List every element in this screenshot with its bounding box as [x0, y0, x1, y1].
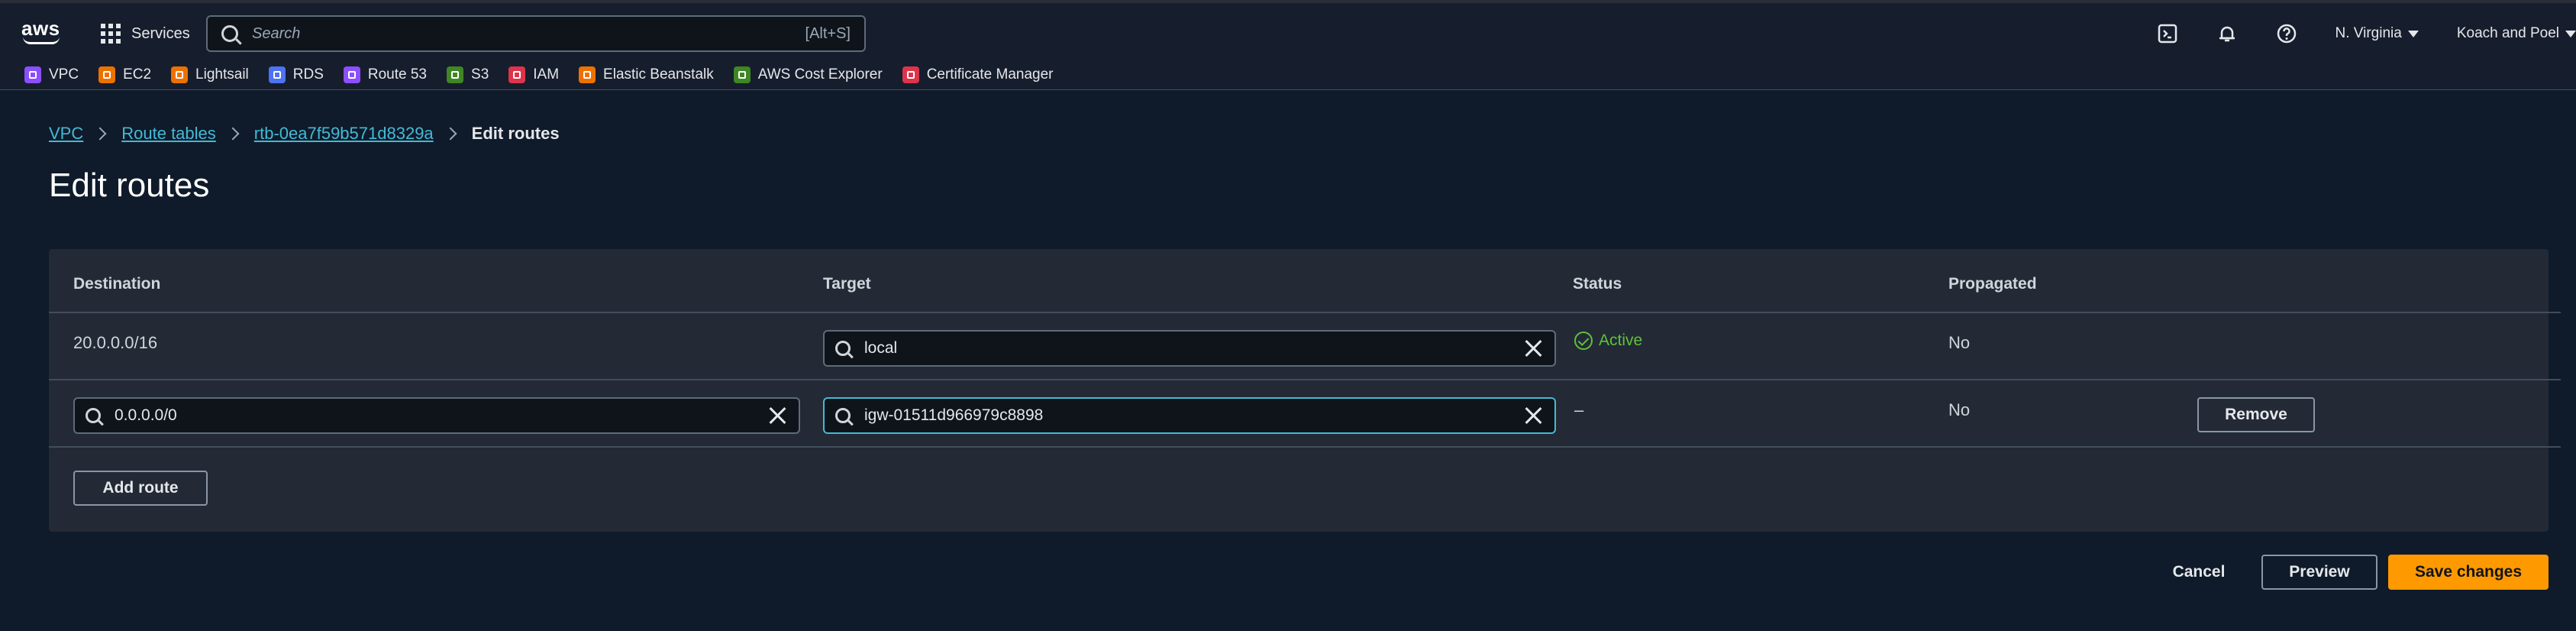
favorite-rds[interactable]: RDS: [268, 66, 324, 83]
search-icon: [221, 25, 238, 42]
service-icon: [733, 66, 751, 83]
caret-down-icon: [2407, 30, 2419, 37]
row1-status-label: Active: [1599, 332, 1643, 349]
check-circle-icon: [1574, 332, 1593, 350]
region-label: N. Virginia: [2335, 25, 2402, 41]
chevron-right-icon: [226, 127, 240, 141]
search-icon: [835, 341, 851, 356]
clear-icon[interactable]: [1524, 406, 1544, 426]
caret-down-icon: [2565, 30, 2576, 37]
row1-status: Active: [1574, 332, 1642, 350]
service-icon: [268, 66, 286, 83]
services-label: Services: [131, 24, 190, 42]
row2-target-value: igw-01511d966979c8898: [864, 406, 1044, 424]
breadcrumb-route-table-id[interactable]: rtb-0ea7f59b571d8329a: [254, 124, 434, 144]
favorite-elastic-beanstalk[interactable]: Elastic Beanstalk: [579, 66, 714, 83]
favorite-label: S3: [471, 66, 489, 83]
favorites-bar: VPC EC2 Lightsail RDS Route 53 S3 IAM Elastic B…: [0, 60, 2576, 90]
row1-destination: 20.0.0.0/16: [73, 333, 158, 352]
cloudshell-icon[interactable]: [2157, 23, 2178, 44]
row1-propagated: No: [1948, 333, 1971, 352]
favorite-ec2[interactable]: EC2: [98, 66, 151, 83]
favorite-label: Lightsail: [195, 66, 249, 83]
favorite-label: Certificate Manager: [926, 66, 1054, 83]
row2-destination-input[interactable]: 0.0.0.0/0: [73, 397, 800, 434]
chevron-right-icon: [93, 127, 107, 141]
account-label: Koach and Poel: [2456, 25, 2559, 41]
row2-propagated: No: [1948, 400, 1971, 419]
row2-target-input[interactable]: igw-01511d966979c8898: [823, 397, 1556, 434]
services-menu-button[interactable]: Services: [101, 21, 190, 46]
service-icon: [98, 66, 116, 83]
remove-route-button[interactable]: Remove: [2197, 397, 2315, 432]
add-route-button[interactable]: Add route: [73, 471, 208, 506]
favorite-lightsail[interactable]: Lightsail: [171, 66, 249, 83]
aws-logo[interactable]: aws: [21, 17, 64, 47]
header-target: Target: [823, 275, 871, 293]
service-icon: [171, 66, 189, 83]
header-status: Status: [1573, 275, 1622, 293]
breadcrumb-current: Edit routes: [471, 124, 560, 143]
account-menu[interactable]: Koach and Poel: [2457, 25, 2576, 42]
nav-right-group: N. Virginia Koach and Poel: [2157, 20, 2576, 47]
service-icon: [508, 66, 526, 83]
header-destination: Destination: [73, 275, 161, 293]
row2-destination-value: 0.0.0.0/0: [115, 406, 177, 424]
favorite-route-53[interactable]: Route 53: [343, 66, 428, 83]
divider: [49, 379, 2561, 380]
chevron-right-icon: [444, 127, 457, 141]
notifications-bell-icon[interactable]: [2216, 23, 2238, 44]
search-icon: [835, 408, 851, 423]
breadcrumb-route-tables[interactable]: Route tables: [121, 124, 216, 144]
row1-target-value: local: [864, 339, 898, 357]
service-icon: [447, 66, 464, 83]
favorite-label: IAM: [533, 66, 560, 83]
divider: [49, 446, 2561, 448]
service-icon: [24, 66, 41, 83]
favorite-certificate-manager[interactable]: Certificate Manager: [902, 66, 1054, 83]
favorite-s3[interactable]: S3: [447, 66, 489, 83]
favorite-label: VPC: [49, 66, 79, 83]
service-icon: [579, 66, 596, 83]
row1-target-input[interactable]: local: [823, 330, 1556, 367]
favorite-vpc[interactable]: VPC: [24, 66, 79, 83]
row2-status: –: [1574, 400, 1584, 419]
favorite-label: Route 53: [367, 66, 428, 83]
clear-icon[interactable]: [1524, 338, 1544, 358]
favorite-label: AWS Cost Explorer: [757, 66, 883, 83]
service-icon: [343, 66, 360, 83]
cancel-button[interactable]: Cancel: [2153, 555, 2245, 590]
search-shortcut: [Alt+S]: [805, 24, 851, 42]
grid-icon: [101, 24, 121, 44]
favorite-label: EC2: [123, 66, 152, 83]
favorite-label: Elastic Beanstalk: [603, 66, 714, 83]
breadcrumb: VPC Route tables rtb-0ea7f59b571d8329a E…: [49, 124, 560, 144]
favorite-aws-cost-explorer[interactable]: AWS Cost Explorer: [733, 66, 883, 83]
search-icon: [86, 408, 101, 423]
service-icon: [902, 66, 919, 83]
region-selector[interactable]: N. Virginia: [2336, 25, 2419, 42]
favorite-iam[interactable]: IAM: [508, 66, 559, 83]
search-placeholder: Search: [252, 24, 301, 42]
page-title: Edit routes: [49, 167, 210, 204]
favorite-label: RDS: [292, 66, 324, 83]
routes-table-panel: Destination Target Status Propagated 20.…: [49, 249, 2561, 532]
search-input[interactable]: Search [Alt+S]: [206, 15, 866, 52]
clear-icon[interactable]: [768, 406, 788, 426]
top-navigation: aws Services Search [Alt+S] N. Virginia …: [0, 0, 2576, 60]
header-propagated: Propagated: [1948, 275, 2037, 293]
help-icon[interactable]: [2276, 23, 2297, 44]
divider: [49, 312, 2561, 313]
save-changes-button[interactable]: Save changes: [2388, 555, 2549, 590]
preview-button[interactable]: Preview: [2261, 555, 2377, 590]
breadcrumb-vpc[interactable]: VPC: [49, 124, 83, 144]
aws-smile-icon: [23, 37, 60, 44]
